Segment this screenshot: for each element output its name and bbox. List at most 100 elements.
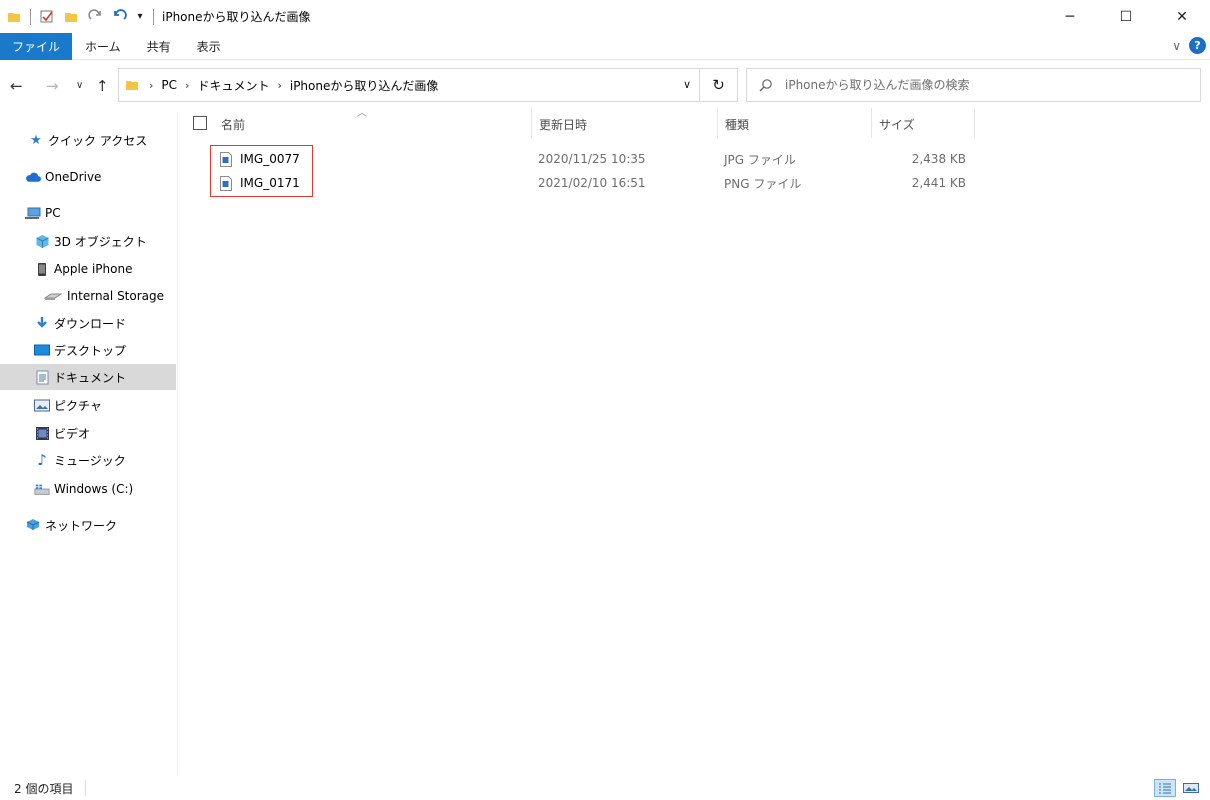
breadcrumb-chevron[interactable]: › xyxy=(185,79,189,92)
select-all-checkbox[interactable] xyxy=(193,116,207,130)
maximize-button[interactable]: ☐ xyxy=(1098,0,1154,33)
toolbar-separator xyxy=(153,8,154,25)
nav-item-label: Internal Storage xyxy=(67,289,165,303)
file-date: 2021/02/10 16:51 xyxy=(538,176,646,190)
nav-item-windows-c[interactable]: Windows (C:) xyxy=(0,476,176,502)
nav-item-label: Apple iPhone xyxy=(54,262,133,276)
picture-icon xyxy=(34,397,50,413)
large-icons-view-icon xyxy=(1183,783,1199,793)
recent-locations-button[interactable]: ∨ xyxy=(76,80,83,91)
music-icon: ♪ xyxy=(37,451,47,469)
nav-item-videos[interactable]: ビデオ xyxy=(0,420,176,446)
nav-item-apple-iphone[interactable]: Apple iPhone xyxy=(0,256,176,282)
windows-drive-icon xyxy=(34,481,50,497)
file-size: 2,438 KB xyxy=(911,152,966,166)
column-divider[interactable] xyxy=(974,108,975,138)
nav-item-pictures[interactable]: ピクチャ xyxy=(0,392,176,418)
column-header-date[interactable]: 更新日時 xyxy=(539,108,717,140)
redo-icon[interactable] xyxy=(87,9,103,25)
window-title: iPhoneから取り込んだ画像 xyxy=(162,10,311,24)
column-header-label: サイズ xyxy=(879,117,915,132)
breadcrumb-chevron[interactable]: › xyxy=(149,79,153,92)
breadcrumb-chevron[interactable]: › xyxy=(277,79,281,92)
column-header-label: 種類 xyxy=(725,117,750,132)
nav-item-label: ピクチャ xyxy=(54,398,102,413)
column-divider[interactable] xyxy=(871,108,872,138)
column-header-size[interactable]: サイズ xyxy=(879,108,974,140)
tab-view[interactable]: 表示 xyxy=(184,33,234,60)
nav-item-label: Windows (C:) xyxy=(54,482,134,496)
cloud-icon xyxy=(25,169,41,185)
file-type: PNG ファイル xyxy=(724,176,802,191)
window-controls: ─ ☐ ✕ xyxy=(1042,0,1210,33)
back-button[interactable]: ← xyxy=(10,77,23,95)
details-view-button[interactable] xyxy=(1154,779,1176,797)
nav-item-network[interactable]: ネットワーク xyxy=(0,512,176,538)
address-bar[interactable]: › PC › ドキュメント › iPhoneから取り込んだ画像 ∨ ↻ xyxy=(118,68,738,102)
properties-icon[interactable] xyxy=(39,9,55,25)
search-input[interactable] xyxy=(785,78,1200,92)
new-folder-icon[interactable] xyxy=(63,9,79,25)
breadcrumb-pc[interactable]: PC xyxy=(161,78,177,92)
nav-item-desktop[interactable]: デスクトップ xyxy=(0,337,176,363)
folder-icon xyxy=(125,78,139,92)
help-icon[interactable]: ? xyxy=(1189,37,1206,54)
download-icon xyxy=(34,315,50,331)
nav-item-label: ダウンロード xyxy=(54,316,127,331)
breadcrumb-current-folder[interactable]: iPhoneから取り込んだ画像 xyxy=(290,77,439,94)
nav-item-3d-objects[interactable]: 3D オブジェクト xyxy=(0,228,176,254)
nav-item-internal-storage[interactable]: Internal Storage xyxy=(0,283,176,309)
ribbon-tabs: ファイル ホーム 共有 表示 ∨ ? xyxy=(0,32,1210,60)
nav-item-documents[interactable]: ドキュメント xyxy=(0,364,176,390)
phone-icon xyxy=(34,261,50,277)
refresh-button[interactable]: ↻ xyxy=(699,69,737,101)
search-box[interactable] xyxy=(746,68,1201,102)
breadcrumb-documents[interactable]: ドキュメント xyxy=(197,77,269,94)
item-count: 2 個の項目 xyxy=(0,780,87,796)
nav-item-label: クイック アクセス xyxy=(48,133,148,148)
file-row[interactable]: IMG_0171 2021/02/10 16:51 PNG ファイル 2,441… xyxy=(210,171,970,195)
nav-item-label: デスクトップ xyxy=(54,343,127,358)
star-icon: ★ xyxy=(30,132,42,148)
computer-icon xyxy=(25,205,41,221)
column-divider[interactable] xyxy=(531,108,532,138)
nav-item-label: ドキュメント xyxy=(54,370,127,385)
column-divider[interactable] xyxy=(717,108,718,138)
nav-item-onedrive[interactable]: OneDrive xyxy=(0,164,176,190)
folder-icon xyxy=(6,9,22,25)
nav-item-music[interactable]: ♪ ミュージック xyxy=(0,447,176,473)
highlight-box xyxy=(210,145,313,197)
large-icons-view-button[interactable] xyxy=(1180,779,1202,797)
file-date: 2020/11/25 10:35 xyxy=(538,152,646,166)
tab-share[interactable]: 共有 xyxy=(134,33,184,60)
address-row: ← → ∨ ↑ › PC › ドキュメント › iPhoneから取り込んだ画像 … xyxy=(0,68,1210,104)
nav-item-quick-access[interactable]: ★ クイック アクセス xyxy=(0,127,176,153)
nav-item-pc[interactable]: PC xyxy=(0,200,176,226)
column-header-name[interactable]: 名前 xyxy=(221,108,531,140)
view-buttons xyxy=(1154,779,1202,797)
status-bar: 2 個の項目 xyxy=(0,776,1210,800)
nav-item-label: OneDrive xyxy=(45,170,102,184)
up-button[interactable]: ↑ xyxy=(96,77,109,95)
forward-button[interactable]: → xyxy=(46,77,59,95)
address-dropdown-icon[interactable]: ∨ xyxy=(683,78,691,91)
close-button[interactable]: ✕ xyxy=(1154,0,1210,33)
tab-file[interactable]: ファイル xyxy=(0,32,73,60)
nav-item-downloads[interactable]: ダウンロード xyxy=(0,310,176,336)
video-icon xyxy=(34,425,50,441)
file-size: 2,441 KB xyxy=(911,176,966,190)
expand-ribbon-icon[interactable]: ∨ xyxy=(1172,39,1181,53)
column-header-label: 名前 xyxy=(221,117,246,132)
navigation-pane: ★ クイック アクセス OneDrive PC 3D オブジェクト Apple … xyxy=(0,112,178,774)
file-row[interactable]: IMG_0077 2020/11/25 10:35 JPG ファイル 2,438… xyxy=(210,147,970,171)
minimize-button[interactable]: ─ xyxy=(1042,0,1098,33)
nav-item-label: ミュージック xyxy=(54,453,126,468)
tab-home[interactable]: ホーム xyxy=(72,33,134,60)
ribbon-controls: ∨ ? xyxy=(1172,37,1206,54)
undo-icon[interactable] xyxy=(111,9,127,25)
toolbar-separator xyxy=(30,8,31,25)
customize-toolbar-icon[interactable]: ▾ xyxy=(135,9,145,25)
column-header-type[interactable]: 種類 xyxy=(725,108,871,140)
column-header-label: 更新日時 xyxy=(539,117,588,132)
nav-item-label: ビデオ xyxy=(54,426,91,441)
